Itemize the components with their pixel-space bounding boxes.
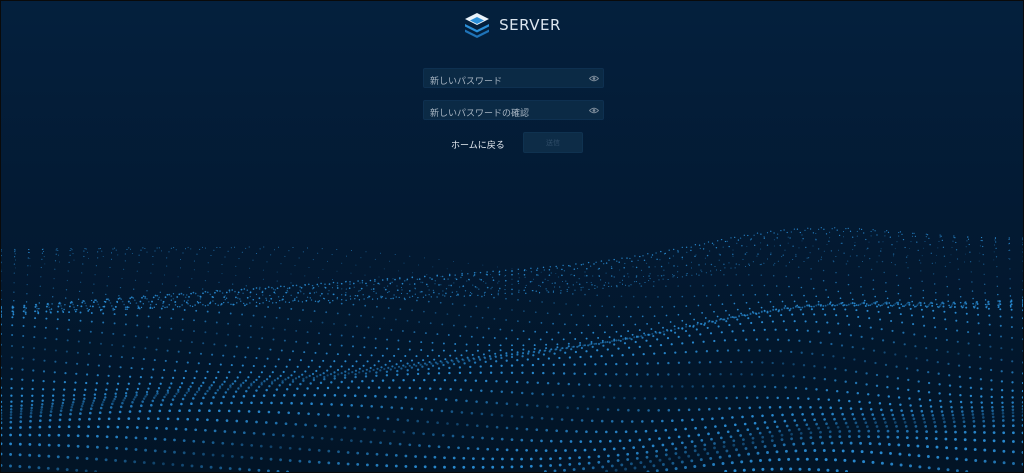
reset-password-page: SERVER ホームに戻る 送信: [0, 0, 1024, 473]
header: SERVER: [1, 10, 1023, 40]
submit-button[interactable]: 送信: [523, 132, 583, 153]
eye-icon[interactable]: [589, 106, 599, 115]
brand-name: SERVER: [499, 16, 561, 34]
stacked-layers-icon: [465, 13, 490, 38]
form-actions: ホームに戻る 送信: [423, 132, 604, 154]
new-password-field: [423, 68, 604, 91]
back-to-home-link[interactable]: ホームに戻る: [451, 138, 505, 151]
new-password-input[interactable]: [424, 73, 603, 91]
eye-icon[interactable]: [589, 74, 599, 83]
confirm-password-field: [423, 100, 604, 123]
confirm-password-input[interactable]: [424, 105, 603, 123]
password-form: [423, 68, 604, 132]
